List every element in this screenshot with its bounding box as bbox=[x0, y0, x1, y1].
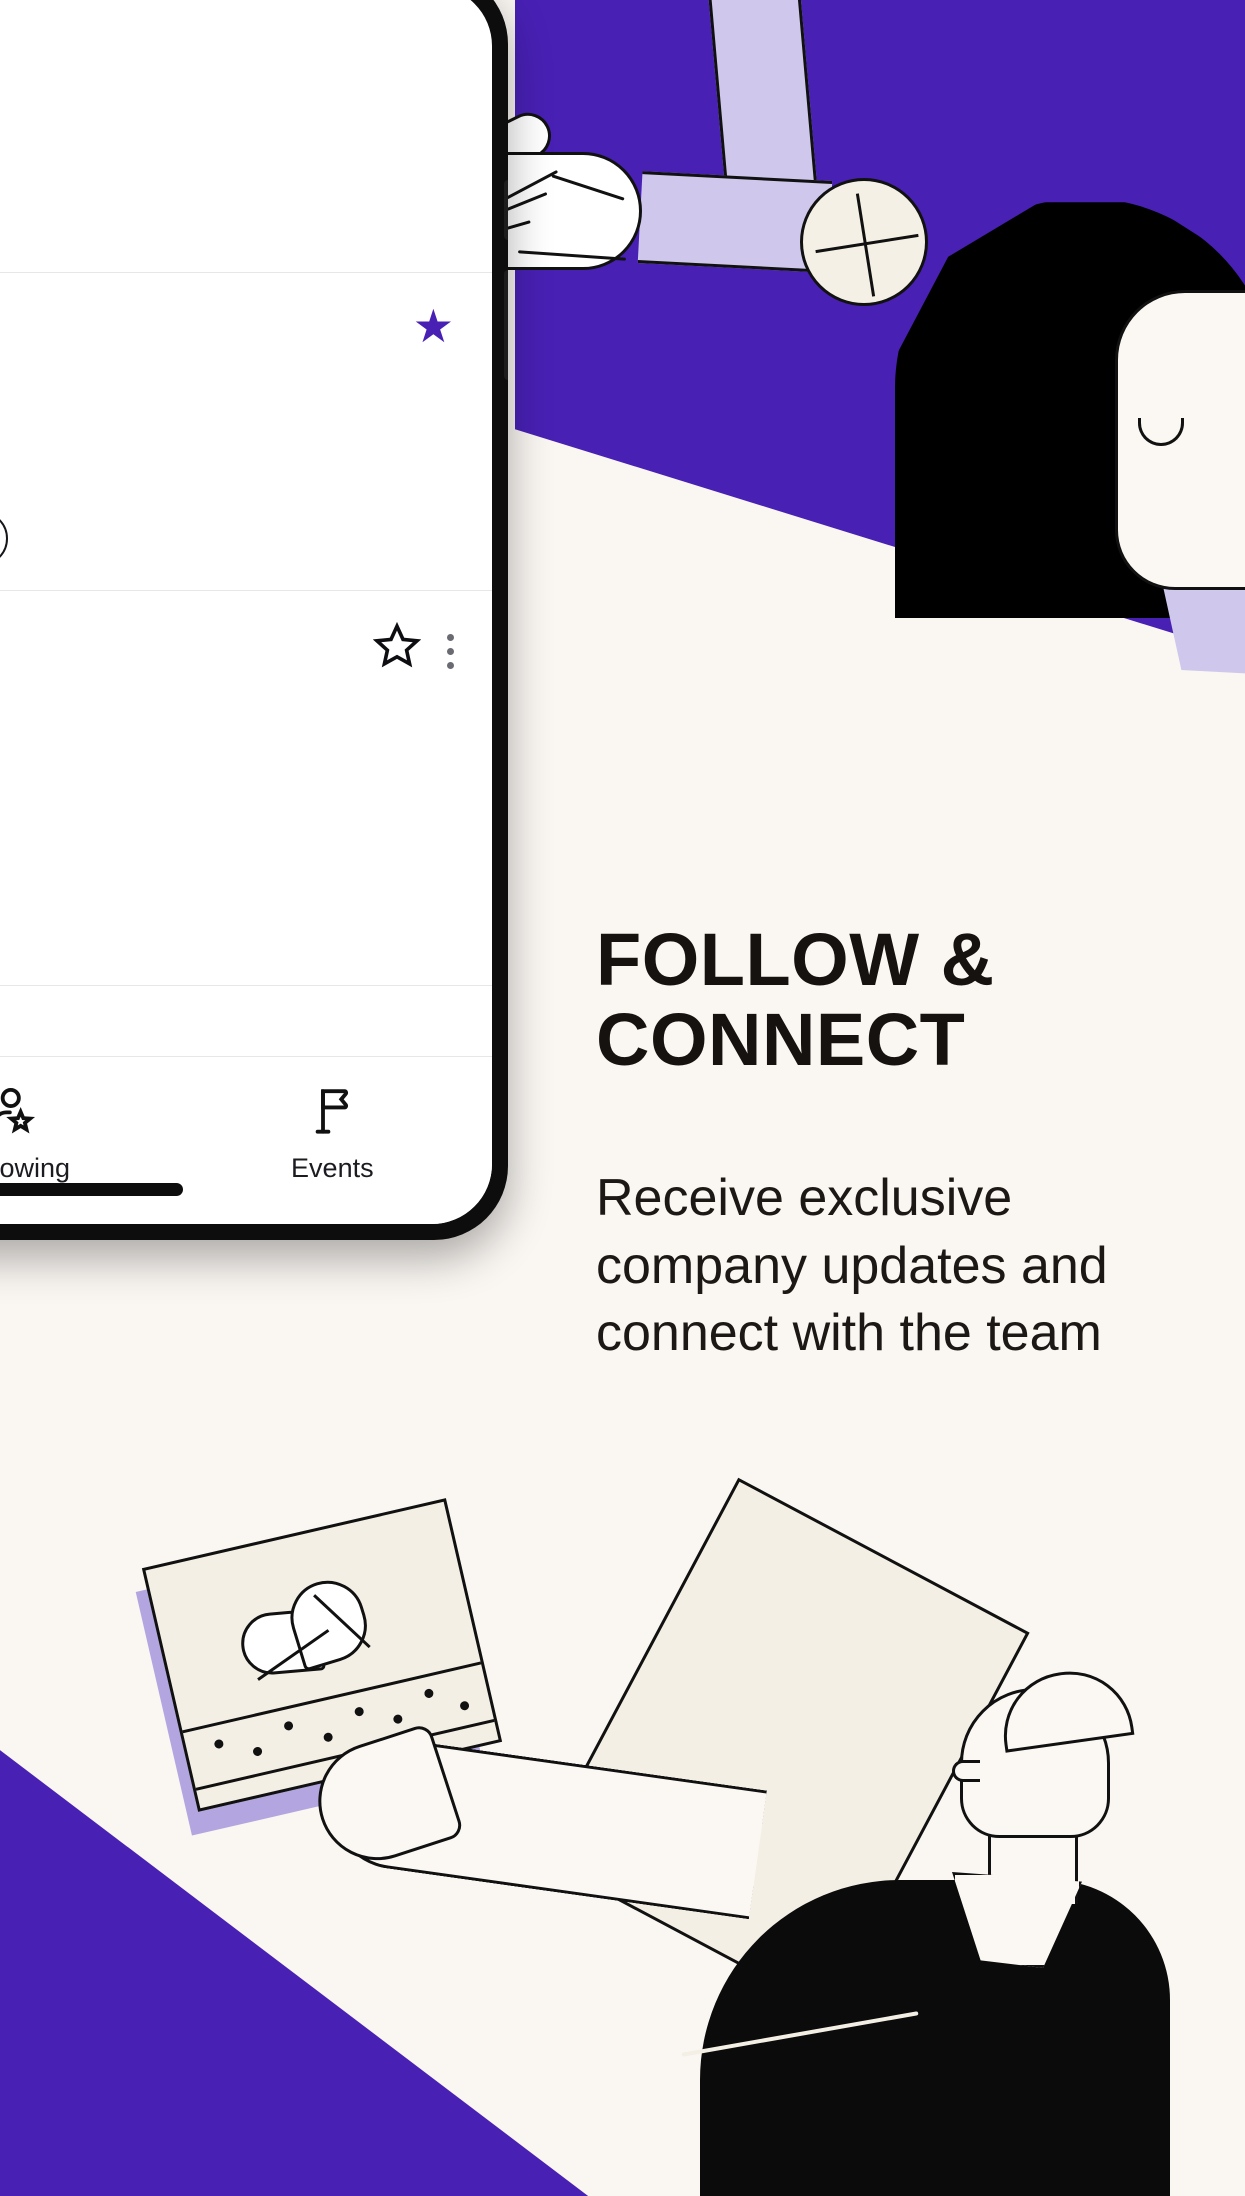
promo-subtitle: Receive exclusive company updates and co… bbox=[596, 1169, 1108, 1363]
tab-label: Events bbox=[291, 1153, 374, 1183]
card-actions: ★ bbox=[413, 299, 454, 349]
tag-list: nce Fintech IT +5 bbox=[0, 511, 454, 567]
person-nose-shape bbox=[952, 1760, 980, 1782]
more-options-icon[interactable] bbox=[447, 626, 454, 670]
list-item[interactable]: and am, Netherlands etInc ★ ou to manage… bbox=[0, 273, 492, 592]
person-star-icon bbox=[0, 1083, 40, 1139]
bottom-tab-bar: covery Following bbox=[0, 1056, 492, 1224]
flag-icon bbox=[305, 1083, 359, 1139]
heart-petals-icon bbox=[230, 1571, 377, 1690]
star-filled-icon[interactable]: ★ bbox=[413, 303, 454, 349]
home-indicator bbox=[0, 1183, 183, 1196]
phone-volume-button[interactable] bbox=[504, 180, 508, 240]
company-description: ou to manage and upgrade your bbox=[0, 447, 454, 486]
screenshot-root: FOLLOW & CONNECT Receive exclusive compa… bbox=[0, 0, 1245, 2196]
elbow-joint-icon bbox=[800, 178, 928, 306]
list-item[interactable]: , Germany u an overview of your financia… bbox=[0, 0, 492, 274]
tag-overflow-chip[interactable]: +5 bbox=[0, 511, 8, 567]
tab-following[interactable]: Following bbox=[0, 1083, 173, 1184]
person-face-shape bbox=[1115, 290, 1245, 590]
star-icon[interactable] bbox=[372, 621, 422, 674]
tag-list: nce Fintech IT bbox=[0, 193, 454, 248]
phone-mockup: , Germany u an overview of your financia… bbox=[0, 0, 508, 1240]
person-hair-shape bbox=[995, 1663, 1135, 1753]
phone-power-button[interactable] bbox=[504, 270, 508, 380]
list-item[interactable]: er k, USA etInc bbox=[0, 591, 492, 987]
phone-screen: , Germany u an overview of your financia… bbox=[0, 0, 492, 1224]
company-description: d to bringing the digital world to build… bbox=[0, 764, 454, 880]
tag-list: nce Fintech bbox=[0, 906, 454, 961]
tab-label: Following bbox=[0, 1153, 71, 1183]
card-actions bbox=[372, 617, 454, 674]
tab-events[interactable]: Events bbox=[173, 1083, 492, 1184]
promo-heading: FOLLOW & CONNECT bbox=[596, 918, 995, 1081]
company-description: u an overview of your financial tric eye… bbox=[0, 90, 454, 167]
company-feed-list[interactable]: , Germany u an overview of your financia… bbox=[0, 0, 492, 1056]
